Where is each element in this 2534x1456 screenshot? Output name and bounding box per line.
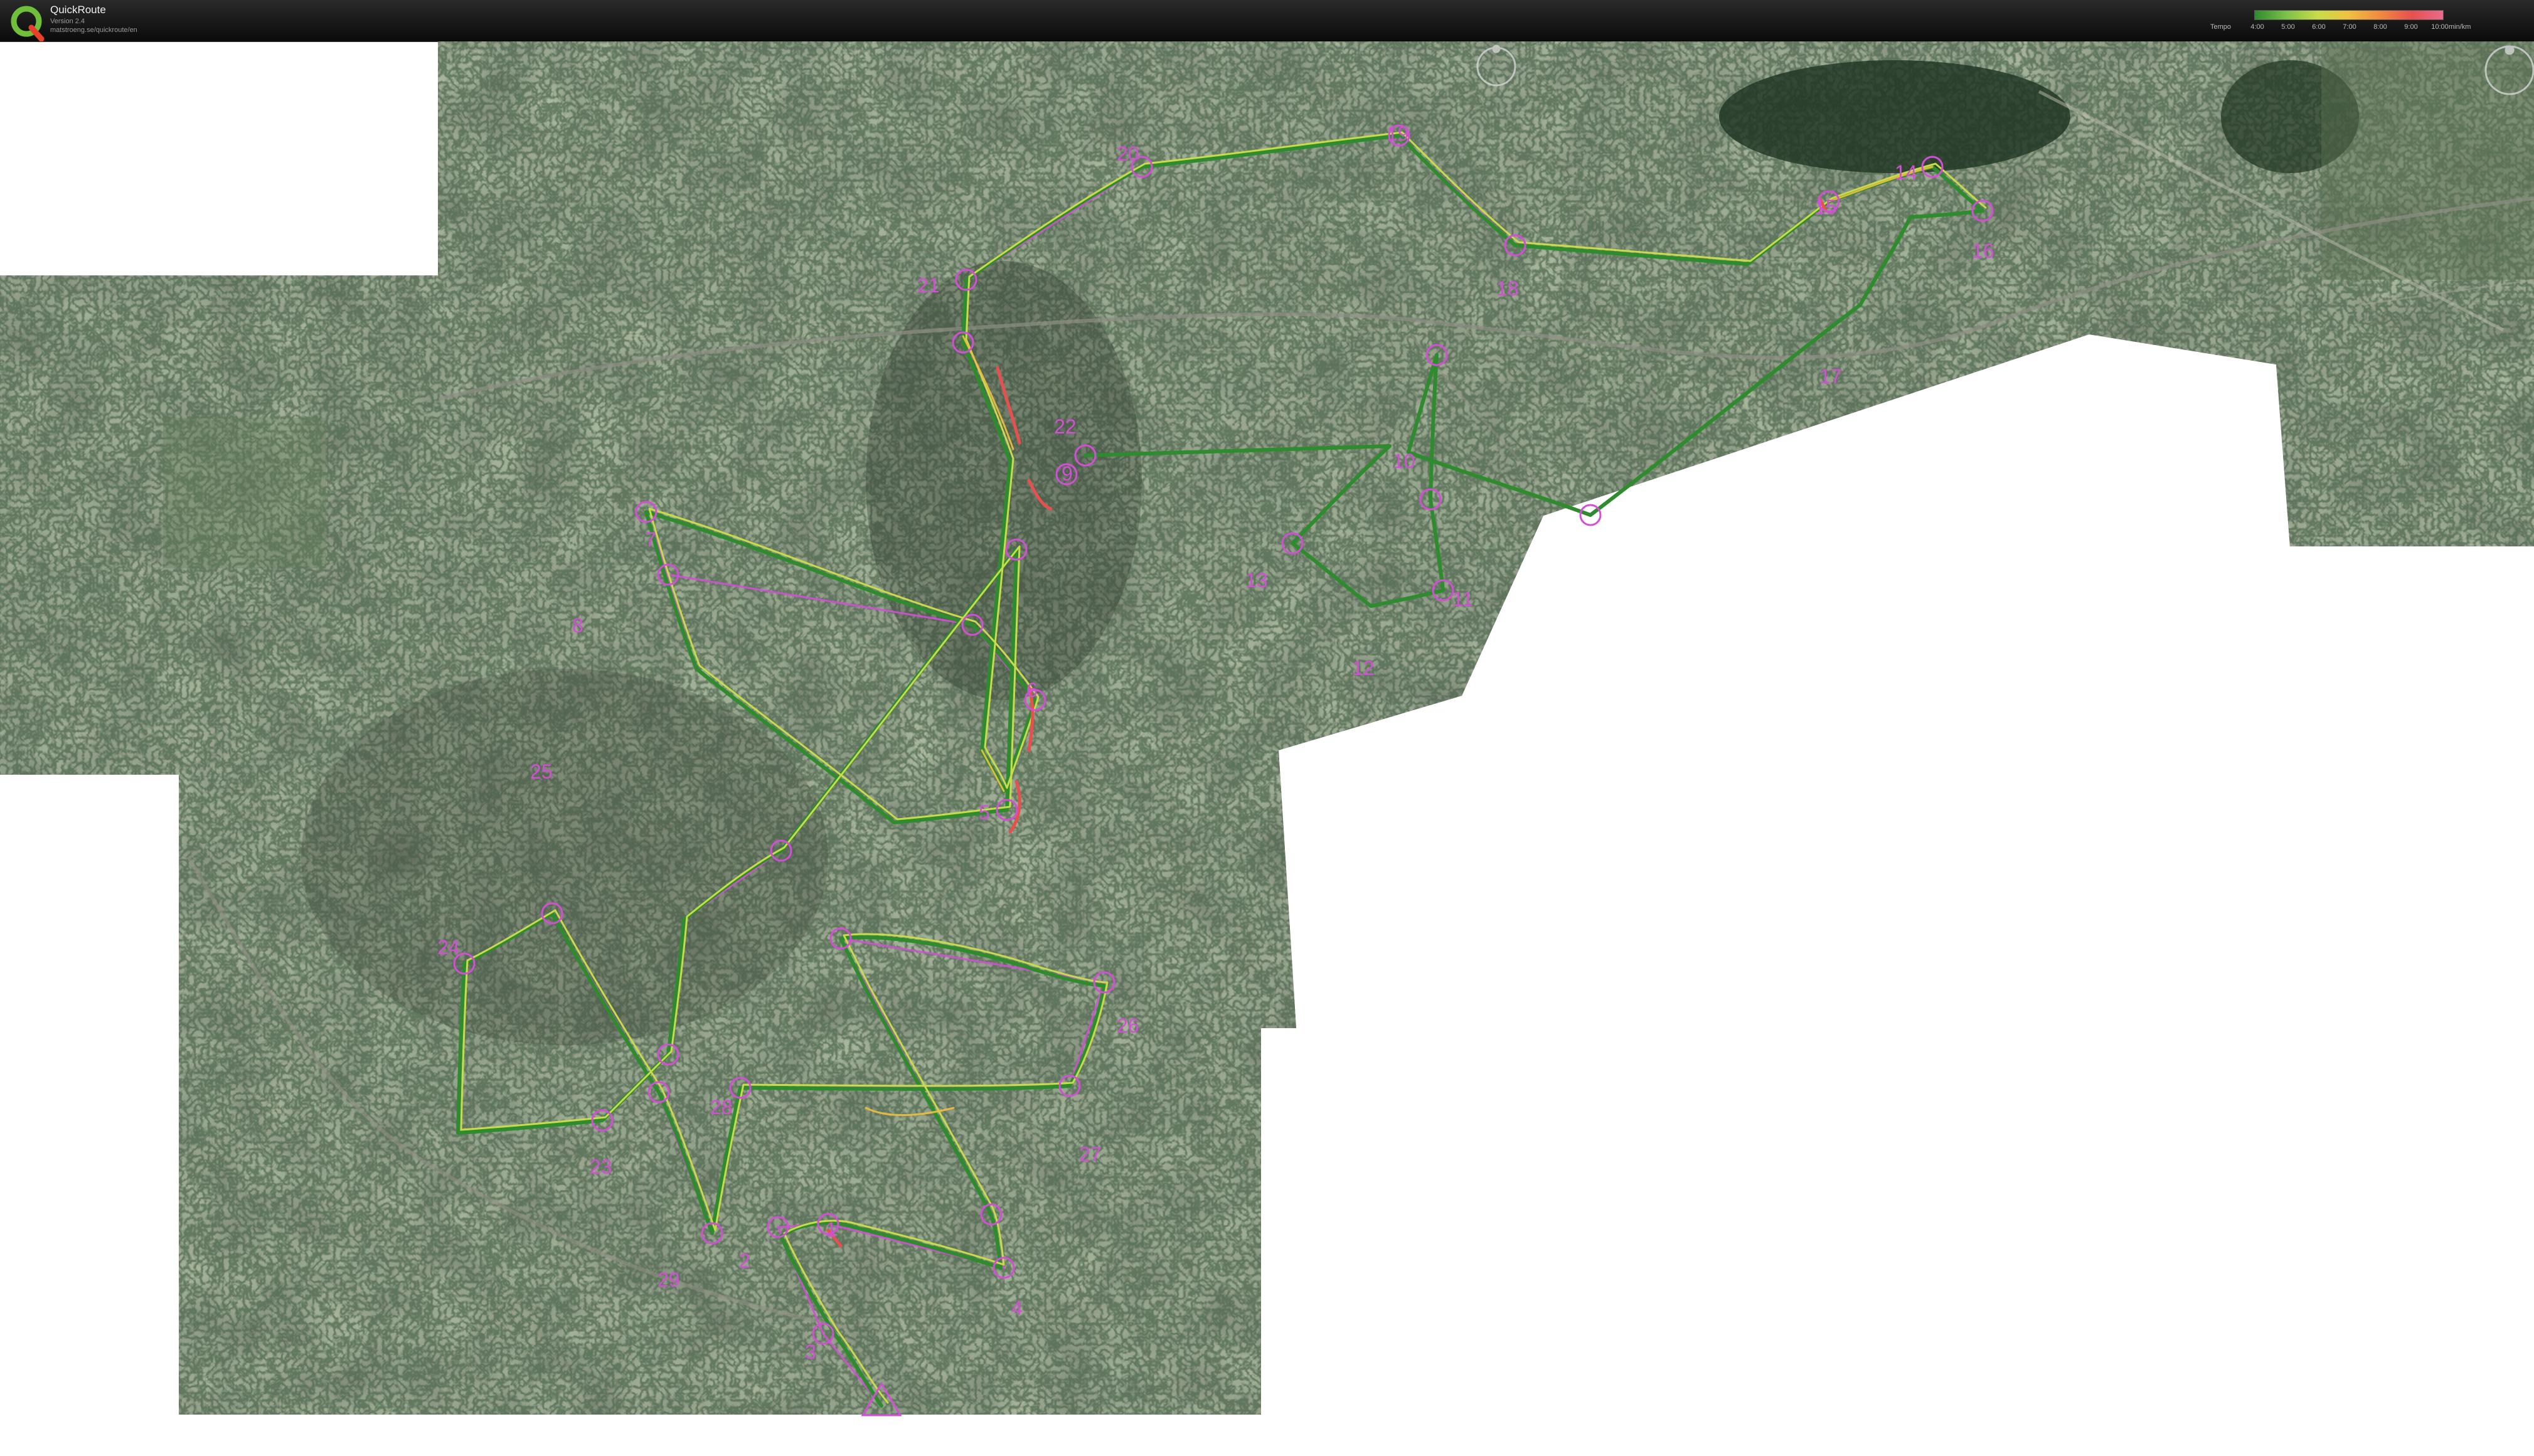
control-number: 7 [645,528,656,551]
app-title: QuickRoute [50,4,106,16]
control-number: 5 [979,801,990,824]
control-number: 26 [1117,1014,1139,1037]
control-number: 29 [657,1268,680,1291]
legend-label: Tempo [2210,23,2232,31]
control-number: 16 [1972,240,1994,262]
legend-tick: 10:00 [2431,23,2449,31]
quickroute-logo [11,6,45,41]
control-number: 17 [1819,365,1842,388]
legend-tick: 7:00 [2343,23,2356,31]
legend-tick: 8:00 [2373,23,2387,31]
control-number: 14 [1895,161,1917,184]
control-number: 4 [1011,1297,1023,1319]
control-number: 18 [1496,277,1519,300]
control-number: 27 [1079,1143,1102,1166]
control-number: 2 [739,1250,750,1272]
control-number: 10 [1393,450,1415,472]
satellite-image [0,41,2534,1415]
app-version: Version 2.4 [50,18,85,25]
legend-tick: 4:00 [2250,23,2264,31]
legend-tick: 5:00 [2281,23,2295,31]
control-number: 9 [1062,462,1073,485]
control-number: 20 [1117,142,1139,165]
title-bar: QuickRoute Version 2.4 matstroeng.se/qui… [0,0,2534,42]
control-number: 23 [590,1156,612,1178]
control-number: 28 [710,1096,733,1119]
control-number: 12 [1352,657,1375,679]
control-number: 6 [1026,679,1038,701]
control-number: 21 [917,274,940,297]
legend-unit: min/km [2449,23,2471,31]
control-number: 25 [530,760,553,783]
control-number: 13 [1245,569,1268,592]
legend-tick: 9:00 [2404,23,2418,31]
app-url: matstroeng.se/quickroute/en [50,26,137,34]
control-number: 22 [1054,415,1077,438]
control-number: 8 [572,614,583,637]
legend-tick: 6:00 [2312,23,2326,31]
control-number: 11 [1452,588,1473,610]
pace-color-scale [2254,10,2444,20]
control-number: 19 [1387,122,1409,145]
control-number: 3 [805,1341,816,1363]
control-number: 24 [437,936,460,959]
control-number: 15 [1814,196,1837,218]
pace-legend: Tempo 4:00 5:00 6:00 7:00 8:00 9:00 10:0… [2210,10,2480,34]
control-number: 1 [826,1218,837,1241]
map-canvas[interactable]: 1 2 3 4 5 6 7 8 9 10 11 12 13 14 15 16 1… [0,41,2534,1456]
